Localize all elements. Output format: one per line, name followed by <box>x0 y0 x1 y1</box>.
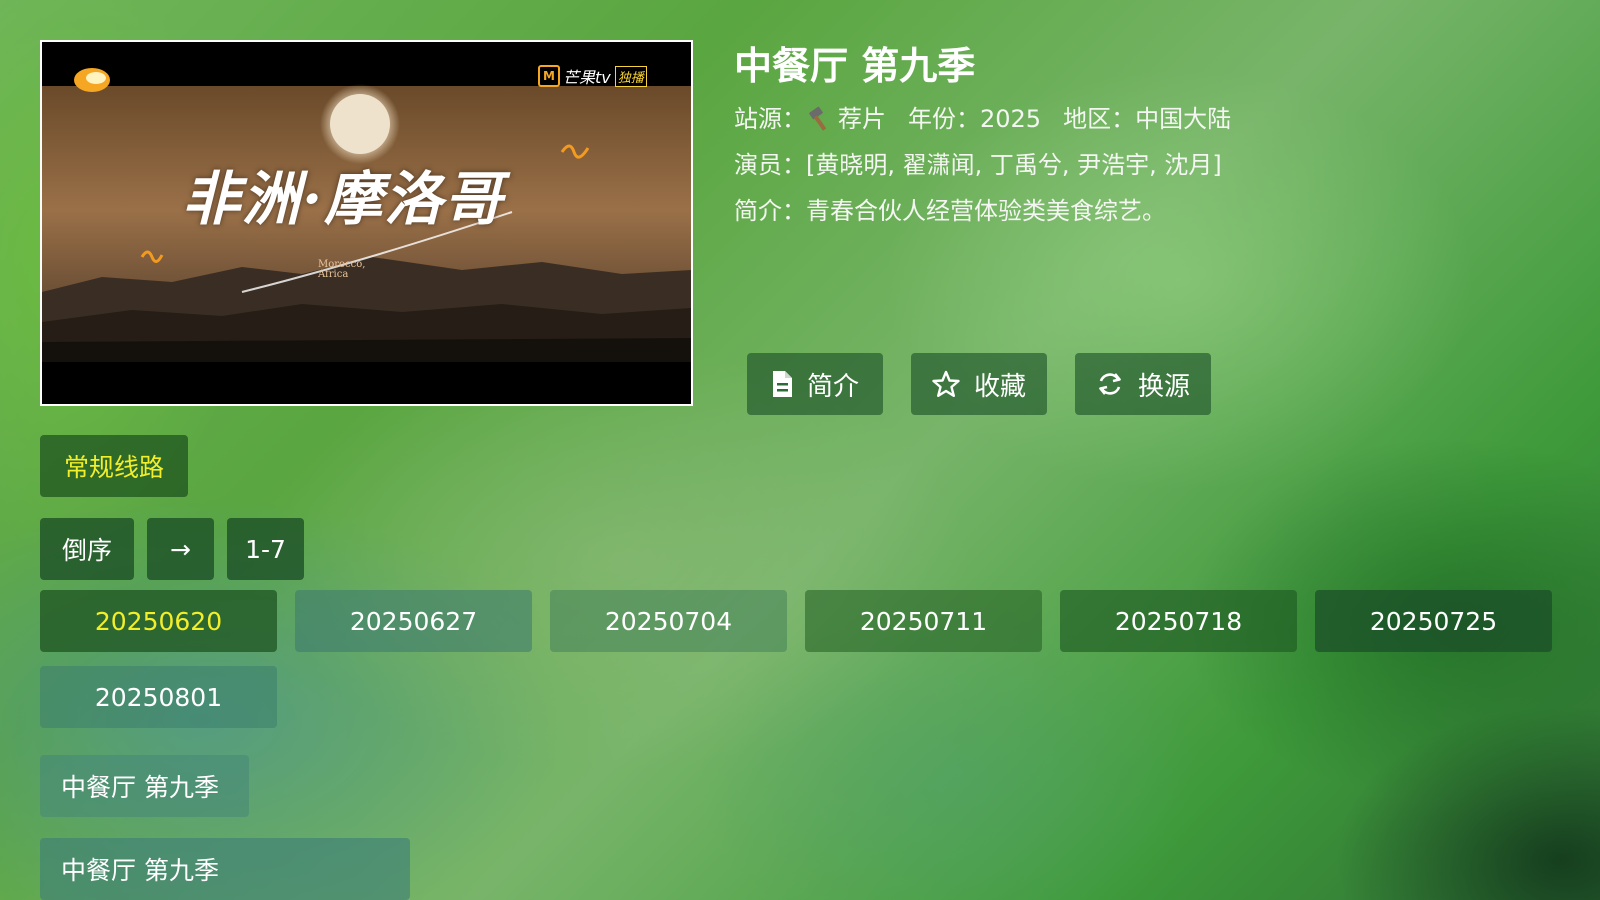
intro-button[interactable]: 简介 <box>747 353 883 415</box>
episode-button-20250627[interactable]: 20250627 <box>295 590 532 652</box>
poster-title: 非洲·摩洛哥 <box>182 165 505 233</box>
region-value: 中国大陆 <box>1135 105 1232 133</box>
sort-order-button[interactable]: 倒序 <box>40 518 134 580</box>
related-item-2[interactable]: 中餐厅 第九季 <box>40 838 410 900</box>
source-label: 站源： <box>734 105 806 133</box>
meta-line-source: 站源： 荐片 年份：2025 地区：中国大陆 <box>734 102 1231 140</box>
favorite-button-label: 收藏 <box>973 371 1026 402</box>
region-label: 地区： <box>1063 105 1136 133</box>
cast-value: [黄晓明, 翟潇闻, 丁禹兮, 尹浩宇, 沈月] <box>806 151 1222 179</box>
year-value: 2025 <box>980 105 1042 133</box>
show-title: 中餐厅 第九季 <box>734 44 976 88</box>
related-item-1[interactable]: 中餐厅 第九季 <box>40 755 249 817</box>
meta-line-cast: 演员：[黄晓明, 翟潇闻, 丁禹兮, 尹浩宇, 沈月] <box>734 148 1222 182</box>
meta-line-intro: 简介：青春合伙人经营体验类美食综艺。 <box>734 194 1166 228</box>
change-source-button-label: 换源 <box>1137 371 1190 402</box>
hammer-icon <box>806 105 836 140</box>
document-icon <box>771 370 793 398</box>
intro-value: 青春合伙人经营体验类美食综艺。 <box>806 197 1166 225</box>
episode-range-button[interactable]: 1-7 <box>227 518 304 580</box>
episode-button-20250620[interactable]: 20250620 <box>40 590 277 652</box>
source-value: 荐片 <box>838 105 886 133</box>
episode-button-20250718[interactable]: 20250718 <box>1060 590 1297 652</box>
episode-button-20250801[interactable]: 20250801 <box>40 666 277 728</box>
route-tab-standard[interactable]: 常规线路 <box>40 435 188 497</box>
refresh-icon <box>1096 370 1124 398</box>
cast-label: 演员： <box>734 151 806 179</box>
exclusive-badge: 独播 <box>614 65 647 87</box>
episode-button-20250711[interactable]: 20250711 <box>805 590 1042 652</box>
year-label: 年份： <box>908 105 980 133</box>
change-source-button[interactable]: 换源 <box>1075 353 1211 415</box>
sort-direction-button[interactable]: → <box>147 518 214 580</box>
episode-button-20250725[interactable]: 20250725 <box>1315 590 1552 652</box>
episode-button-20250704[interactable]: 20250704 <box>550 590 787 652</box>
star-icon <box>932 370 960 398</box>
intro-label: 简介： <box>734 197 806 225</box>
intro-button-label: 简介 <box>806 371 859 402</box>
favorite-button[interactable]: 收藏 <box>911 353 1047 415</box>
mango-brand-icon: M <box>538 65 560 87</box>
poster-subtitle: Morocco, Africa <box>318 259 366 280</box>
mango-tv-logo: M 芒果tv 独播 <box>538 64 647 88</box>
poster-thumbnail[interactable]: 非洲·摩洛哥 Morocco, Africa M 芒果tv 独播 <box>40 40 693 406</box>
